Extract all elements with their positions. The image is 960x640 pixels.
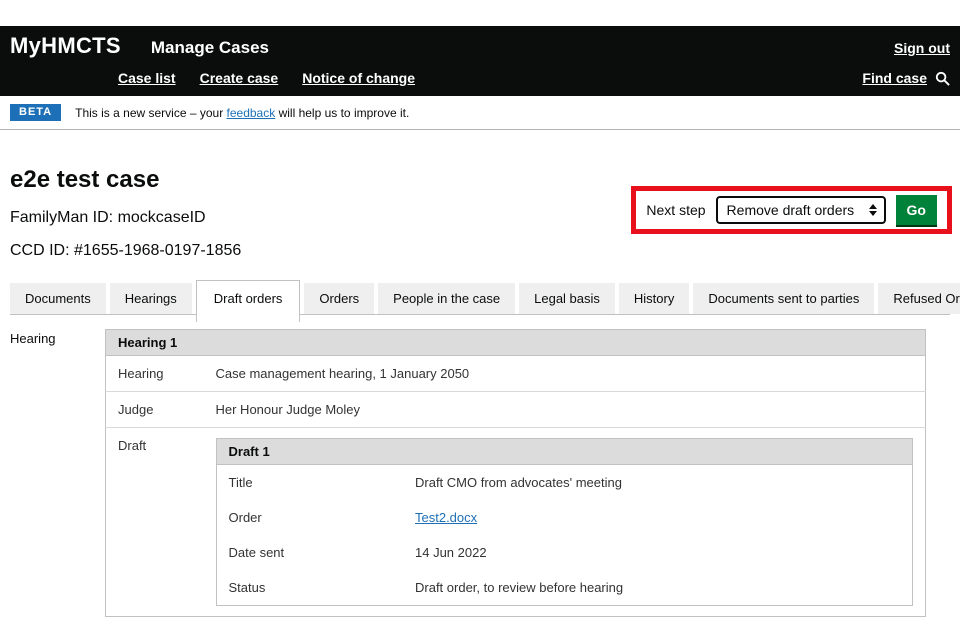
table-row: Hearing Case management hearing, 1 Janua… <box>106 356 926 392</box>
ccd-id: CCD ID: #1655-1968-0197-1856 <box>10 242 950 260</box>
row-label: Draft <box>106 428 204 617</box>
find-case-link[interactable]: Find case <box>862 70 927 86</box>
tab-history[interactable]: History <box>619 283 689 314</box>
draft-table-header: Draft 1 <box>216 439 913 465</box>
row-value: Draft CMO from advocates' meeting <box>403 465 913 501</box>
go-button[interactable]: Go <box>896 195 937 225</box>
row-value: Test2.docx <box>403 500 913 535</box>
sign-out-link[interactable]: Sign out <box>894 40 950 56</box>
case-tabs: Documents Hearings Draft orders Orders P… <box>10 280 950 315</box>
table-row: Judge Her Honour Judge Moley <box>106 392 926 428</box>
feedback-link[interactable]: feedback <box>227 106 276 120</box>
table-row: Draft Draft 1 Title Draft CMO from advoc… <box>106 428 926 617</box>
header-nav-row: Case list Create case Notice of change F… <box>10 63 950 96</box>
row-value: Case management hearing, 1 January 2050 <box>204 356 926 392</box>
table-row: Status Draft order, to review before hea… <box>216 570 913 606</box>
tab-documents-sent-to-parties[interactable]: Documents sent to parties <box>693 283 874 314</box>
row-value: 14 Jun 2022 <box>403 535 913 570</box>
tab-refused-orders[interactable]: Refused Orders <box>878 283 960 314</box>
row-label: Order <box>216 500 403 535</box>
row-label: Title <box>216 465 403 501</box>
select-spinner-icon <box>869 204 877 216</box>
table-header-row: Hearing 1 <box>106 330 926 356</box>
row-value: Her Honour Judge Moley <box>204 392 926 428</box>
page-top-margin <box>0 0 960 26</box>
row-label: Date sent <box>216 535 403 570</box>
brand-logo: MyHMCTS <box>10 33 121 59</box>
draft-table: Draft 1 Title Draft CMO from advocates' … <box>216 438 914 606</box>
app-title: Manage Cases <box>151 38 269 58</box>
row-label: Judge <box>106 392 204 428</box>
next-step-selected-option: Remove draft orders <box>727 202 855 218</box>
phase-banner-text: This is a new service – your feedback wi… <box>75 106 409 120</box>
phase-text-before: This is a new service – your <box>75 106 226 120</box>
hearing-table-header: Hearing 1 <box>106 330 926 356</box>
find-case-group: Find case <box>862 70 950 86</box>
row-value: Draft order, to review before hearing <box>403 570 913 606</box>
search-icon[interactable] <box>935 71 950 86</box>
beta-badge: BETA <box>10 104 61 121</box>
next-step-select[interactable]: Remove draft orders <box>716 196 886 224</box>
tab-legal-basis[interactable]: Legal basis <box>519 283 615 314</box>
header-top-row: MyHMCTS Manage Cases Sign out <box>10 33 950 63</box>
nav-create-case[interactable]: Create case <box>200 70 279 86</box>
tab-draft-orders[interactable]: Draft orders <box>196 280 301 322</box>
table-row: Order Test2.docx <box>216 500 913 535</box>
tab-hearings[interactable]: Hearings <box>110 283 192 314</box>
table-header-row: Draft 1 <box>216 439 913 465</box>
draft-nested-cell: Draft 1 Title Draft CMO from advocates' … <box>204 428 926 617</box>
table-row: Title Draft CMO from advocates' meeting <box>216 465 913 501</box>
phase-text-after: will help us to improve it. <box>275 106 409 120</box>
hearing-table: Hearing 1 Hearing Case management hearin… <box>105 329 926 617</box>
tab-orders[interactable]: Orders <box>304 283 374 314</box>
row-label: Status <box>216 570 403 606</box>
app-header: MyHMCTS Manage Cases Sign out Case list … <box>0 26 960 96</box>
row-label: Hearing <box>106 356 204 392</box>
order-document-link[interactable]: Test2.docx <box>415 510 477 525</box>
next-step-highlight-box: Next step Remove draft orders Go <box>631 186 952 234</box>
hearing-section-label: Hearing <box>10 329 105 617</box>
nav-notice-of-change[interactable]: Notice of change <box>302 70 415 86</box>
phase-banner: BETA This is a new service – your feedba… <box>0 96 960 130</box>
tab-documents[interactable]: Documents <box>10 283 106 314</box>
tab-panel-draft-orders: Hearing Hearing 1 Hearing Case managemen… <box>0 315 960 617</box>
hearing-table-wrap: Hearing 1 Hearing Case management hearin… <box>105 329 926 617</box>
table-row: Date sent 14 Jun 2022 <box>216 535 913 570</box>
next-step-label: Next step <box>646 202 705 218</box>
case-header-section: e2e test case FamilyMan ID: mockcaseID C… <box>0 166 960 260</box>
nav-case-list[interactable]: Case list <box>118 70 176 86</box>
tab-people-in-the-case[interactable]: People in the case <box>378 283 515 314</box>
